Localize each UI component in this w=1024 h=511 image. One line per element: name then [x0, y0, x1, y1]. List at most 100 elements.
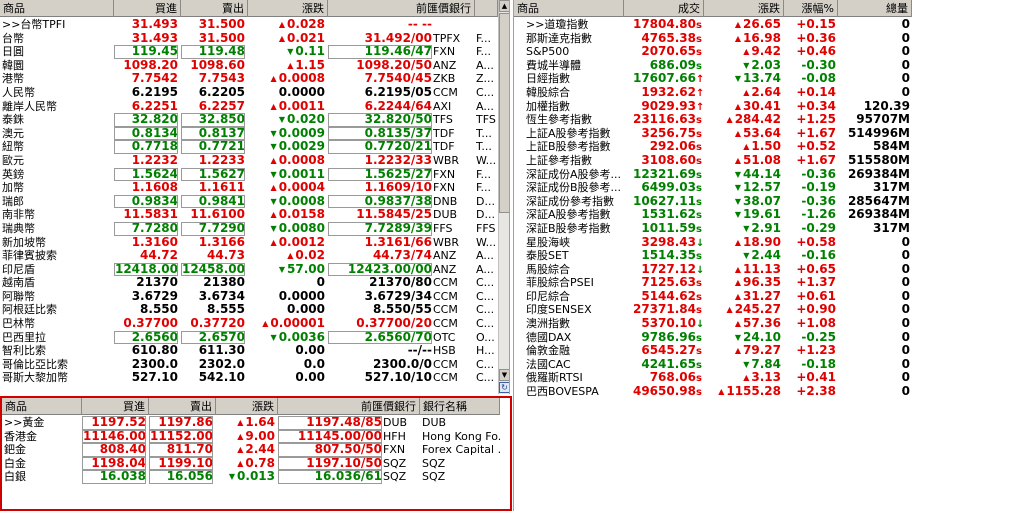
index-name[interactable]: 巴西BOVESPA	[526, 385, 624, 399]
fx-col-extra[interactable]	[475, 0, 498, 17]
table-row[interactable]: 那斯達克指數 4765.38s ▲ 16.98 +0.36 0	[514, 32, 912, 46]
index-name[interactable]: 恆生參考指數	[526, 113, 624, 127]
index-name[interactable]: 深証B股參考指數	[526, 222, 624, 236]
metals-col-name[interactable]: 商品	[2, 398, 82, 415]
fx-scrollbar[interactable]: ▲ ▼	[498, 0, 509, 394]
index-col-pct[interactable]: 漲幅%	[784, 0, 838, 17]
scroll-down-icon[interactable]: ▼	[499, 369, 509, 381]
table-row[interactable]: 深証A股參考指數 1531.62s ▼ 19.61 -1.26 269384M	[514, 208, 912, 222]
table-row[interactable]: 俄羅斯RTSI 768.06s ▲ 3.13 +0.41 0	[514, 371, 912, 385]
metals-col-bank-name[interactable]: 銀行名稱	[420, 398, 500, 415]
fx-name[interactable]: 南非幣	[2, 208, 112, 222]
fx-name[interactable]: 瑞典幣	[2, 222, 112, 236]
table-row[interactable]: 鈀金 808.40 811.70 ▲ 2.44 807.50/50 FXN Forex Cap…	[2, 443, 500, 457]
index-name[interactable]: 澳洲指數	[526, 317, 624, 331]
fx-name[interactable]: 台幣	[2, 32, 112, 46]
fx-name[interactable]: 泰銖	[2, 113, 112, 127]
table-row[interactable]: 巴林幣 0.37700 0.37720 ▲ 0.00001 0.37700/20 CCM C.…	[0, 317, 498, 331]
fx-col-bid[interactable]: 買進	[114, 0, 181, 17]
table-row[interactable]: 韓圜 1098.20 1098.60 ▲ 1.15 1098.20/50 ANZ A...	[0, 59, 498, 73]
fx-name[interactable]: 阿聯幣	[2, 290, 112, 304]
table-row[interactable]: 哥斯大黎加幣 527.10 542.10 0.00 527.10/10 CCM C...	[0, 371, 498, 385]
table-row[interactable]: 菲律賓披索 44.72 44.73 ▲ 0.02 44.73/74 ANZ A...	[0, 249, 498, 263]
table-row[interactable]: 法國CAC 4241.65s ▼ 7.84 -0.18 0	[514, 358, 912, 372]
fx-name[interactable]: 日圓	[2, 45, 112, 59]
index-name[interactable]: 韓股綜合	[526, 86, 624, 100]
index-col-volume[interactable]: 總量	[838, 0, 912, 17]
table-row[interactable]: 英鎊 1.5624 1.5627 ▼ 0.0011 1.5625/27 FXN F...	[0, 167, 498, 182]
table-row[interactable]: 澳元 0.8134 0.8137 ▼ 0.0009 0.8135/37 TDF T...	[0, 126, 498, 141]
table-row[interactable]: 日圓 119.45 119.48 ▼ 0.11 119.46/47 FXN F...	[0, 45, 498, 59]
table-row[interactable]: 紐幣 0.7718 0.7721 ▼ 0.0029 0.7720/21 TDF T...	[0, 140, 498, 154]
index-name[interactable]: 倫敦金融	[526, 344, 624, 358]
refresh-icon[interactable]: ↻	[499, 382, 509, 393]
table-row[interactable]: 上証參考指數 3108.60s ▲ 51.08 +1.67 515580M	[514, 154, 912, 168]
table-row[interactable]: 印尼盾 12418.00 12458.00 ▼ 57.00 12423.00/00 ANZ A…	[0, 262, 498, 277]
table-row[interactable]: 深証成份B股參考... 6499.03s ▼ 12.57 -0.19 317M	[514, 181, 912, 195]
table-row[interactable]: 星股海峽 3298.43↓ ▲ 18.90 +0.58 0	[514, 236, 912, 250]
index-name[interactable]: 深証成份A股參考...	[526, 168, 624, 182]
table-row[interactable]: 加權指數 9029.93↑ ▲ 30.41 +0.34 120.39	[514, 100, 912, 114]
table-row[interactable]: 深証B股參考指數 1011.59s ▼ 2.91 -0.29 317M	[514, 222, 912, 236]
index-name[interactable]: 深証A股參考指數	[526, 208, 624, 222]
table-row[interactable]: 新加坡幣 1.3160 1.3166 ▲ 0.0012 1.3161/66 WBR W...	[0, 236, 498, 250]
table-row[interactable]: S&P500 2070.65s ▲ 9.42 +0.46 0	[514, 45, 912, 59]
index-name[interactable]: 深証成份B股參考...	[526, 181, 624, 195]
index-name[interactable]: 那斯達克指數	[526, 32, 624, 46]
index-name[interactable]: 上証A股參考指數	[526, 127, 624, 141]
fx-name[interactable]: 韓圜	[2, 59, 112, 73]
table-row[interactable]: 泰股SET 1514.35s ▼ 2.44 -0.16 0	[514, 249, 912, 263]
table-row[interactable]: 離岸人民幣 6.2251 6.2257 ▲ 0.0011 6.2244/64 AXI A...	[0, 100, 498, 114]
table-row[interactable]: 深証成份參考指數 10627.11s ▼ 38.07 -0.36 285647M	[514, 195, 912, 209]
index-name[interactable]: 俄羅斯RTSI	[526, 371, 624, 385]
index-col-deal[interactable]: 成交	[624, 0, 704, 17]
table-row[interactable]: 澳洲指數 5370.10↓ ▲ 57.36 +1.08 0	[514, 317, 912, 331]
table-row[interactable]: 馬股綜合 1727.12↓ ▲ 11.13 +0.65 0	[514, 263, 912, 277]
table-row[interactable]: 日經指數 17607.66↑ ▼ 13.74 -0.08 0	[514, 72, 912, 86]
index-name[interactable]: 加權指數	[526, 100, 624, 114]
fx-name[interactable]: 智利比索	[2, 344, 112, 358]
fx-name[interactable]: 加幣	[2, 181, 112, 195]
table-row[interactable]: 德國DAX 9786.96s ▼ 24.10 -0.25 0	[514, 331, 912, 345]
fx-name[interactable]: 澳元	[2, 127, 112, 141]
table-row[interactable]: 越南盾 21370 21380 0 21370/80 CCM C...	[0, 276, 498, 290]
fx-name[interactable]: >>台幣TPFI	[2, 18, 112, 32]
index-name[interactable]: 菲股綜合PSEI	[526, 276, 624, 290]
table-row[interactable]: 香港金 11146.00 11152.00 ▲ 9.00 11145.00/00 HFH Ho…	[2, 429, 500, 444]
index-name[interactable]: >>道瓊指數	[526, 18, 624, 32]
fx-scroll-thumb[interactable]	[499, 13, 509, 213]
fx-col-prev-bank[interactable]: 前匯價銀行	[328, 0, 475, 17]
table-row[interactable]: 韓股綜合 1932.62↑ ▲ 2.64 +0.14 0	[514, 86, 912, 100]
index-name[interactable]: 法國CAC	[526, 358, 624, 372]
metals-col-prev-bank[interactable]: 前匯價銀行	[278, 398, 420, 415]
fx-name[interactable]: 印尼盾	[2, 263, 112, 277]
fx-name[interactable]: 紐幣	[2, 140, 112, 154]
table-row[interactable]: 阿聯幣 3.6729 3.6734 0.0000 3.6729/34 CCM C...	[0, 290, 498, 304]
table-row[interactable]: 阿根廷比索 8.550 8.555 0.000 8.550/55 CCM C...	[0, 303, 498, 317]
fx-name[interactable]: 離岸人民幣	[2, 100, 112, 114]
index-name[interactable]: 費城半導體	[526, 59, 624, 73]
fx-name[interactable]: 阿根廷比索	[2, 303, 112, 317]
fx-name[interactable]: 人民幣	[2, 86, 112, 100]
metal-name[interactable]: 香港金	[4, 430, 80, 444]
index-name[interactable]: 德國DAX	[526, 331, 624, 345]
table-row[interactable]: 費城半導體 686.09s ▼ 2.03 -0.30 0	[514, 59, 912, 73]
index-col-change[interactable]: 漲跌	[704, 0, 784, 17]
scroll-up-icon[interactable]: ▲	[499, 0, 509, 12]
table-row[interactable]: 南非幣 11.5831 11.6100 ▲ 0.0158 11.5845/25 DUB D..…	[0, 208, 498, 222]
index-name[interactable]: 日經指數	[526, 72, 624, 86]
index-name[interactable]: 印度SENSEX	[526, 303, 624, 317]
metals-col-ask[interactable]: 賣出	[149, 398, 216, 415]
index-name[interactable]: 上証B股參考指數	[526, 140, 624, 154]
table-row[interactable]: 巴西里拉 2.6560 2.6570 ▼ 0.0036 2.6560/70 OTC O...	[0, 330, 498, 345]
table-row[interactable]: 瑞典幣 7.7280 7.7290 ▼ 0.0080 7.7289/39 FFS FFS	[0, 221, 498, 236]
index-name[interactable]: 印尼綜合	[526, 290, 624, 304]
table-row[interactable]: >>道瓊指數 17804.80s ▲ 26.65 +0.15 0	[514, 18, 912, 32]
table-row[interactable]: 倫敦金融 6545.27s ▲ 79.27 +1.23 0	[514, 344, 912, 358]
table-row[interactable]: 印尼綜合 5144.62s ▲ 31.27 +0.61 0	[514, 290, 912, 304]
table-row[interactable]: >>黃金 1197.52 1197.86 ▲ 1.64 1197.48/85 DUB DUB	[2, 416, 500, 430]
table-row[interactable]: 港幣 7.7542 7.7543 ▲ 0.0008 7.7540/45 ZKB Z...	[0, 72, 498, 86]
index-name[interactable]: 星股海峽	[526, 236, 624, 250]
fx-name[interactable]: 瑞郎	[2, 195, 112, 209]
table-row[interactable]: 歐元 1.2232 1.2233 ▲ 0.0008 1.2232/33 WBR W...	[0, 154, 498, 168]
